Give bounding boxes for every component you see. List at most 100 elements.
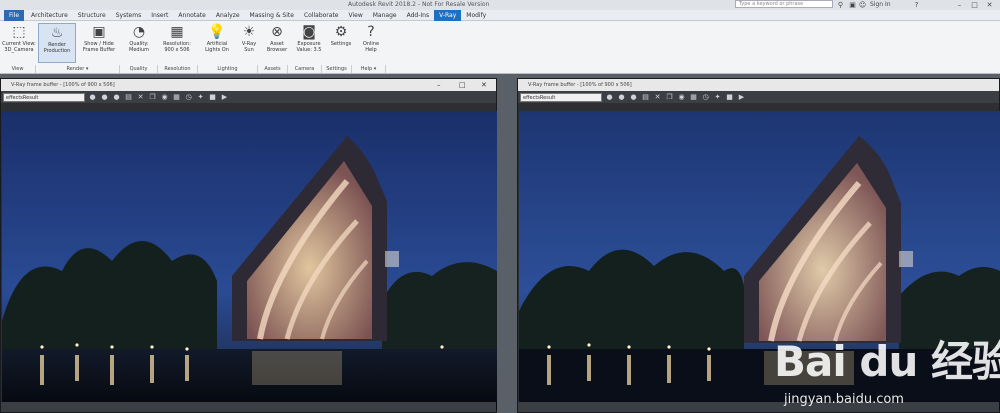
vfb-maximize-icon[interactable]: □ <box>459 79 466 91</box>
help-icon: ? <box>367 24 375 40</box>
region-render-icon[interactable]: ▦ <box>689 93 698 102</box>
save-icon[interactable]: ▤ <box>641 93 650 102</box>
app-title: Autodesk Revit 2018.2 - Not For Resale V… <box>348 1 490 8</box>
asset-icon: ⊗ <box>271 24 283 40</box>
watermark-url: jingyan.baidu.com <box>784 392 904 407</box>
ribbon-button-sublabel: Medium <box>129 47 149 53</box>
render-icon[interactable]: ▶ <box>220 93 229 102</box>
view-button[interactable]: ⬚ Current View: 3D_Camera <box>0 23 38 63</box>
render-image-left <box>2 111 497 410</box>
ribbon-button-sublabel: Production <box>43 48 71 54</box>
red-channel-icon[interactable]: ● <box>605 93 614 102</box>
clear-icon[interactable]: ✕ <box>136 93 145 102</box>
vfb-toolbar-left: effectsResult ● ● ● ▤ ✕ ❐ ◉ ▦ ◷ ✦ ■ ▶ <box>1 91 496 103</box>
tab-file[interactable]: File <box>4 9 25 21</box>
help-icon[interactable]: ? <box>912 1 921 9</box>
duplicate-icon[interactable]: ❐ <box>148 93 157 102</box>
quality-button[interactable]: ◔ Quality: Medium <box>120 23 158 63</box>
channel-select-right[interactable]: effectsResult <box>520 92 602 102</box>
maximize-icon[interactable]: □ <box>970 1 979 9</box>
lens-effects-icon[interactable]: ✦ <box>713 93 722 102</box>
ribbon-button-sublabel: 3D_Camera <box>4 47 34 53</box>
tab-manage[interactable]: Manage <box>368 10 402 21</box>
vfb-toolbar-right: effectsResult ● ● ● ▤ ✕ ❐ ◉ ▦ ◷ ✦ ■ ▶ <box>518 91 999 103</box>
vfb-titlebar-left: V-Ray frame buffer - [100% of 900 x 506]… <box>1 79 496 91</box>
help-button[interactable]: ? Online Help <box>352 23 390 63</box>
tab-annotate[interactable]: Annotate <box>173 10 210 21</box>
teapot-icon: ♨ <box>50 25 64 41</box>
lens-effects-icon[interactable]: ✦ <box>196 93 205 102</box>
ribbon-button-sublabel: Help <box>365 47 377 53</box>
track-mouse-icon[interactable]: ◉ <box>160 93 169 102</box>
resolution-button[interactable]: ▦ Resolution: 900 x 506 <box>158 23 196 63</box>
history-icon[interactable]: ◷ <box>184 93 193 102</box>
tab-massing-site[interactable]: Massing & Site <box>245 10 299 21</box>
vfb-title-right: V-Ray frame buffer - [100% of 900 x 506] <box>528 82 632 88</box>
tab-v-ray[interactable]: V-Ray <box>434 9 462 21</box>
view-icon: ⬚ <box>12 24 26 40</box>
subscription-icon[interactable]: ▣ <box>848 1 857 9</box>
tab-add-ins[interactable]: Add-Ins <box>402 10 434 21</box>
sign-in-link[interactable]: Sign In <box>870 0 891 9</box>
watermark: Bai du 经验 jingyan.baidu.com <box>770 310 1000 410</box>
minimize-icon[interactable]: – <box>955 1 964 9</box>
green-channel-icon[interactable]: ● <box>617 93 626 102</box>
ribbon-group-quality: Quality <box>120 65 158 73</box>
title-bar: Autodesk Revit 2018.2 - Not For Resale V… <box>0 0 1000 10</box>
teapot-button[interactable]: ♨ Render Production <box>38 23 76 63</box>
tab-view[interactable]: View <box>344 10 368 21</box>
ribbon-group-camera: Camera <box>288 65 322 73</box>
blue-channel-icon[interactable]: ● <box>629 93 638 102</box>
render-icon[interactable]: ▶ <box>737 93 746 102</box>
tab-structure[interactable]: Structure <box>73 10 111 21</box>
red-channel-icon[interactable]: ● <box>88 93 97 102</box>
bulb-icon: 💡 <box>208 24 226 40</box>
vfb-statusbar-left <box>1 402 496 412</box>
tab-collaborate[interactable]: Collaborate <box>299 10 344 21</box>
user-icon[interactable]: ☺ <box>858 1 867 9</box>
gear-icon: ⚙ <box>334 24 348 40</box>
tab-modify[interactable]: Modify <box>461 10 491 21</box>
ribbon-group-resolution: Resolution <box>158 65 198 73</box>
channel-select[interactable]: effectsResult <box>3 92 85 102</box>
track-mouse-icon[interactable]: ◉ <box>677 93 686 102</box>
search-input[interactable]: Type a keyword or phrase <box>735 0 833 8</box>
region-render-icon[interactable]: ▦ <box>172 93 181 102</box>
vfb-close-icon[interactable]: ✕ <box>481 79 487 91</box>
duplicate-icon[interactable]: ❐ <box>665 93 674 102</box>
clear-icon[interactable]: ✕ <box>653 93 662 102</box>
quality-icon: ◔ <box>132 24 146 40</box>
ribbon-group-lighting: Lighting <box>198 65 258 73</box>
vfb-title-left: V-Ray frame buffer - [100% of 900 x 506] <box>11 82 115 88</box>
ribbon-group-view: View <box>0 65 36 73</box>
vfb-titlebar-right: V-Ray frame buffer - [100% of 900 x 506] <box>518 79 999 91</box>
tab-systems[interactable]: Systems <box>111 10 147 21</box>
render-canvas-left[interactable] <box>2 111 497 410</box>
framebuffer-icon: ▣ <box>92 24 106 40</box>
ribbon-tabs: File Architecture Structure Systems Insert An… <box>0 9 1000 21</box>
green-channel-icon[interactable]: ● <box>100 93 109 102</box>
vfb-window-left: V-Ray frame buffer - [100% of 900 x 506]… <box>0 78 497 413</box>
camera-icon: ◙ <box>302 24 316 40</box>
resolution-icon: ▦ <box>170 24 184 40</box>
save-icon[interactable]: ▤ <box>124 93 133 102</box>
ribbon-group-assets: Assets <box>258 65 288 73</box>
ribbon-group-settings: Settings <box>322 65 352 73</box>
framebuffer-button[interactable]: ▣ Show / Hide Frame Buffer <box>80 23 118 63</box>
ribbon-panel: ⬚ Current View: 3D_Camera ♨ Render Production… <box>0 21 1000 74</box>
tab-architecture[interactable]: Architecture <box>26 10 73 21</box>
tab-insert[interactable]: Insert <box>146 10 173 21</box>
binoculars-icon[interactable]: ⚲ <box>836 1 845 9</box>
sun-icon: ☀ <box>242 24 256 40</box>
stop-render-icon[interactable]: ■ <box>725 93 734 102</box>
history-icon[interactable]: ◷ <box>701 93 710 102</box>
watermark-logo: Bai du 经验 <box>774 337 1000 386</box>
vfb-minimize-icon[interactable]: – <box>437 79 441 91</box>
ribbon-button-sublabel: Frame Buffer <box>82 47 116 53</box>
ribbon-group-help: Help ▾ <box>352 65 386 73</box>
ribbon-group-render: Render ▾ <box>36 65 120 73</box>
blue-channel-icon[interactable]: ● <box>112 93 121 102</box>
close-icon[interactable]: ✕ <box>985 1 994 9</box>
stop-render-icon[interactable]: ■ <box>208 93 217 102</box>
tab-analyze[interactable]: Analyze <box>211 10 245 21</box>
